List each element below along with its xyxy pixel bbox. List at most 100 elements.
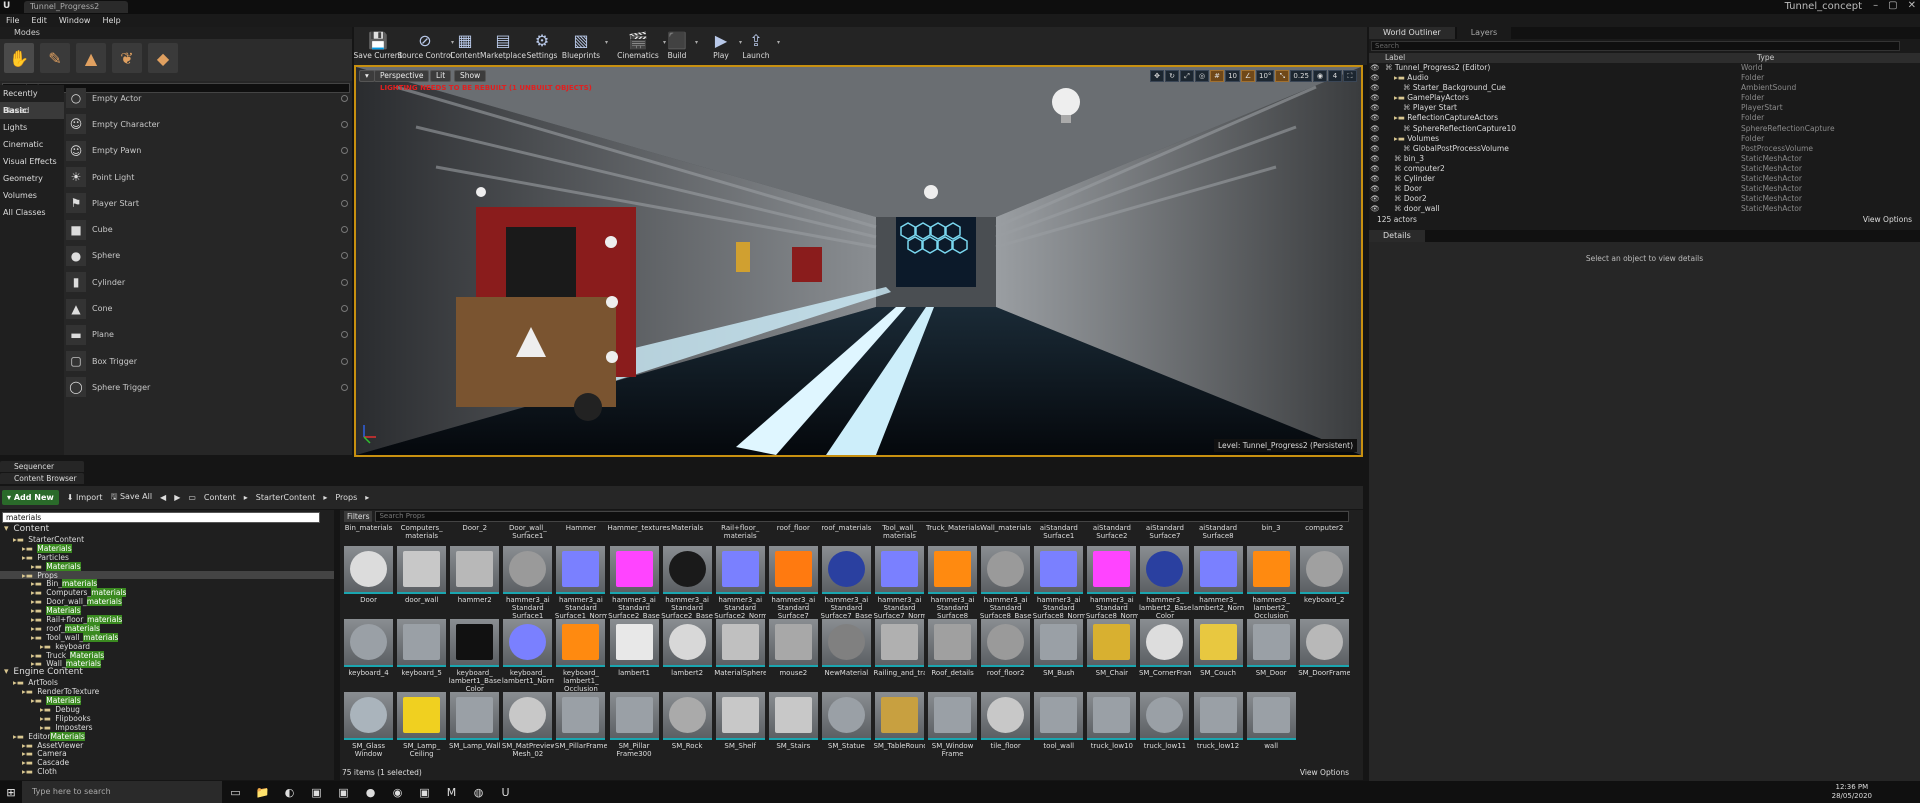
clock[interactable]: 12:36 PM 28/05/2020 [1832,783,1872,801]
outliner-row[interactable]: 👁 ▸▬ Audio Folder [1369,73,1920,83]
outliner-row[interactable]: 👁 ▸▬ Volumes Folder [1369,134,1920,144]
asset-tile[interactable]: keyboard_ lambert1_Base Color [448,619,501,692]
asset-tile[interactable]: NewMaterial [820,619,873,692]
folder-item[interactable]: Computers_ materials [395,524,448,546]
landscape-mode-icon[interactable]: ▲ [76,43,106,73]
asset-tile[interactable]: SM_Rock [661,692,714,765]
placeable-item[interactable]: ☺ Empty Pawn [66,138,350,164]
folder-item[interactable]: aiStandard Surface2 [1085,524,1138,546]
folder-tree-item[interactable]: ▸▬ Materials [0,561,334,571]
folder-tree-item[interactable]: ▸▬ roof_materials [0,623,334,633]
maya-icon[interactable]: M [438,781,465,803]
asset-tile[interactable]: hammer3_ai Standard Surface8_Normal [1032,546,1085,619]
placeable-item[interactable]: ● Sphere [66,243,350,269]
folder-tree-item[interactable]: ▸▬ Materials [0,696,334,706]
placeable-item[interactable]: ○ Empty Actor [66,85,350,111]
asset-tile[interactable]: SM_Statue [820,692,873,765]
asset-tile[interactable]: hammer3_ai Standard Surface7_Base [820,546,873,619]
visibility-eye-icon[interactable]: 👁 [1369,113,1381,123]
outliner-row[interactable]: 👁 ⌘ Cylinder StaticMeshActor [1369,174,1920,184]
folder-tree-item[interactable]: ▸▬ Particles [0,553,334,562]
asset-tile[interactable]: SM_Window Frame [926,692,979,765]
taskbar-search[interactable]: Type here to search [22,781,222,803]
world-icon[interactable]: ◎ [1195,70,1210,82]
viewport-options-button[interactable]: ▾ [359,70,375,82]
info-icon[interactable] [341,226,348,234]
outliner-row[interactable]: 👁 ⌘ door_wall StaticMeshActor [1369,204,1920,214]
app-icon[interactable]: ◐ [276,781,303,803]
folder-item[interactable]: computer2 [1298,524,1351,546]
maximize-icon[interactable]: ▢ [1888,0,1897,11]
category-geometry[interactable]: Geometry [0,170,64,187]
path-props[interactable]: Props [335,493,357,502]
menu-help[interactable]: Help [102,14,120,27]
asset-tile[interactable]: hammer3_ai Standard Surface2_Base [607,546,660,619]
visibility-eye-icon[interactable]: 👁 [1369,83,1381,93]
folder-item[interactable]: Door_2 [448,524,501,546]
asset-tile[interactable]: SM_Stairs [767,692,820,765]
asset-tile[interactable]: SM_PillarFrame [554,692,607,765]
info-icon[interactable] [341,278,348,286]
level-viewport[interactable]: ▾ Perspective Lit Show LIGHTING NEEDS TO… [354,65,1363,457]
placeable-item[interactable]: ■ Cube [66,216,350,242]
folder-tree-item[interactable]: ▸▬ RenderToTexture [0,687,334,696]
asset-tile[interactable]: hammer3_ai Standard Surface8 [926,546,979,619]
col-label[interactable]: Label [1381,53,1757,63]
folder-tree-item[interactable]: ▸▬ Rail+floor_materials [0,615,334,625]
outliner-row[interactable]: 👁 ▸▬ GamePlayActors Folder [1369,93,1920,103]
folder-tree-item[interactable]: ▸▬ Bin_materials [0,579,334,589]
folder-item[interactable]: Tool_wall_ materials [873,524,926,546]
info-icon[interactable] [341,199,348,207]
after-effects-icon[interactable]: ▣ [303,781,330,803]
folder-tree-item[interactable]: ▸▬ Materials [0,543,334,553]
cinema4d-icon[interactable]: ◍ [465,781,492,803]
tab-layers[interactable]: Layers [1456,27,1512,39]
asset-tile[interactable]: mouse2 [767,619,820,692]
foliage-mode-icon[interactable]: ❦ [112,43,142,73]
placeable-item[interactable]: ⚑ Player Start [66,190,350,216]
dropdown-arrow-icon[interactable]: ▾ [695,39,698,46]
outliner-row[interactable]: 👁 ⌘ Door StaticMeshActor [1369,184,1920,194]
asset-tile[interactable]: SM_Pillar Frame300 [607,692,660,765]
asset-tile[interactable]: hammer3_ai Standard Surface8_Base [979,546,1032,619]
placeable-item[interactable]: ▮ Cylinder [66,269,350,295]
asset-tile[interactable]: truck_low10 [1085,692,1138,765]
chrome-icon[interactable]: ◉ [384,781,411,803]
asset-tile[interactable]: truck_low12 [1192,692,1245,765]
close-icon[interactable]: ✕ [1908,0,1916,11]
menu-edit[interactable]: Edit [31,14,47,27]
place-mode-icon[interactable]: ✋ [4,43,34,73]
camera-speed-icon[interactable]: ◉ [1313,70,1327,82]
asset-tile[interactable]: SM_Glass Window [342,692,395,765]
asset-tile[interactable]: lambert1 [607,619,660,692]
asset-tile[interactable]: tool_wall [1032,692,1085,765]
folder-tree-item[interactable]: ▸▬ Debug [0,705,334,714]
outliner-row[interactable]: 👁 ⌘ Player Start PlayerStart [1369,103,1920,113]
asset-tile[interactable]: Railing_and_trail [873,619,926,692]
info-icon[interactable] [341,252,348,260]
info-icon[interactable] [341,383,348,391]
asset-tile[interactable]: SM_Bush [1032,619,1085,692]
asset-tile[interactable]: hammer3_ lambert2_ Occlusion [1245,546,1298,619]
folder-tree-item[interactable]: ▸▬ StarterContent [0,535,334,544]
asset-tile[interactable]: tile_floor [979,692,1032,765]
toolbar-settings-button[interactable]: ⚙ Settings [526,27,558,61]
asset-tile[interactable]: SM_Chair [1085,619,1138,692]
toolbar-blueprints-button[interactable]: ▧ Blueprints ▾ [560,27,608,61]
placeable-item[interactable]: ▲ Cone [66,295,350,321]
menu-window[interactable]: Window [59,14,91,27]
asset-tile[interactable]: hammer3_ai Standard Surface7_Normal [873,546,926,619]
tab-world-outliner[interactable]: World Outliner [1369,27,1455,39]
level-tab[interactable]: Tunnel_Progress2 [24,1,128,13]
asset-tile[interactable]: SM_Lamp_ Ceiling [395,692,448,765]
file-explorer-icon[interactable]: 📁 [249,781,276,803]
folder-tree-item[interactable]: ▸▬ Door_wall_materials [0,597,334,607]
folder-tree-item[interactable]: ▸▬ Imposters [0,723,334,732]
folder-tree-item[interactable]: ▸▬ EditorMaterials [0,731,334,741]
folder-search-input[interactable]: materials [2,512,320,523]
info-icon[interactable] [341,331,348,339]
outliner-row[interactable]: 👁 ⌘ Starter_Background_Cue AmbientSound [1369,83,1920,93]
folder-tree-item[interactable]: ▸▬ Cascade [0,758,334,767]
illustrator-icon[interactable]: ▣ [411,781,438,803]
folder-item[interactable]: Materials [661,524,714,546]
